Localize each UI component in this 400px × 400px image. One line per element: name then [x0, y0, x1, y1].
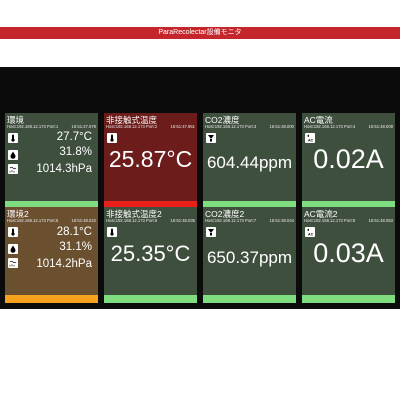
panel-timestamp: 16:51:48.022 — [71, 218, 96, 223]
pressure-value: 1014.2hPa — [36, 258, 92, 270]
panel-co2-1[interactable]: CO2濃度 Host:192.168.12.173 Port:3 16:51:4… — [203, 113, 296, 209]
panel-host: Host:192.168.12.173 Port:2 — [106, 124, 158, 129]
ac-icon: AC — [305, 227, 315, 237]
co2-icon — [206, 133, 216, 143]
svg-text:hPa: hPa — [10, 264, 16, 268]
panel-ac-current-1[interactable]: AC電流 Host:192.168.12.173 Port:4 16:51:48… — [302, 113, 395, 209]
svg-text:AC: AC — [308, 233, 314, 237]
thermometer-icon — [8, 133, 18, 143]
pressure-icon: hPa — [8, 258, 18, 268]
panel-ac-current-2[interactable]: AC電流2 Host:192.168.12.173 Port:8 16:51:4… — [302, 207, 395, 303]
thermometer-icon — [107, 227, 117, 237]
current-value: 0.03A — [313, 238, 384, 268]
thermometer-icon — [107, 133, 117, 143]
panel-timestamp: 16:51:47.979 — [71, 124, 96, 129]
panel-environment-2[interactable]: 環境2 Host:192.168.12.173 Port:5 16:51:48.… — [5, 207, 98, 303]
temperature-value: 25.87°C — [108, 146, 193, 172]
status-bar — [104, 295, 197, 303]
svg-text:hPa: hPa — [10, 170, 16, 174]
status-bar — [5, 295, 98, 303]
svg-text:AC: AC — [308, 139, 314, 143]
temperature-value: 28.1°C — [56, 226, 92, 238]
panel-timestamp: 16:51:48.000 — [269, 124, 294, 129]
current-value: 0.02A — [313, 144, 384, 174]
humidity-drop-icon — [8, 150, 18, 160]
panel-noncontact-temp-2[interactable]: 非接触式温度2 Host:192.168.12.173 Port:6 16:51… — [104, 207, 197, 303]
panel-timestamp: 16:51:48.035 — [170, 218, 195, 223]
status-bar — [203, 295, 296, 303]
panel-noncontact-temp-1[interactable]: 非接触式温度 Host:192.168.12.173 Port:2 16:51:… — [104, 113, 197, 209]
panel-host: Host:192.168.12.173 Port:3 — [205, 124, 257, 129]
ac-icon: AC — [305, 133, 315, 143]
panel-environment-1[interactable]: 環境 Host:192.168.12.173 Port:1 16:51:47.9… — [5, 113, 98, 209]
panel-host: Host:192.168.12.173 Port:5 — [7, 218, 59, 223]
pressure-icon: hPa — [8, 164, 18, 174]
panel-timestamp: 16:51:48.053 — [368, 218, 393, 223]
panel-host: Host:192.168.12.173 Port:8 — [304, 218, 356, 223]
panel-timestamp: 16:51:48.044 — [269, 218, 294, 223]
pressure-value: 1014.3hPa — [36, 163, 92, 175]
temperature-value: 25.35°C — [110, 241, 191, 266]
panel-host: Host:192.168.12.173 Port:4 — [304, 124, 356, 129]
co2-icon — [206, 227, 216, 237]
humidity-drop-icon — [8, 244, 18, 254]
panel-timestamp: 16:51:48.009 — [368, 124, 393, 129]
panel-timestamp: 16:51:47.961 — [170, 124, 195, 129]
humidity-value: 31.8% — [59, 146, 92, 158]
humidity-value: 31.1% — [59, 241, 92, 253]
panel-host: Host:192.168.12.173 Port:7 — [205, 218, 257, 223]
co2-value: 650.37ppm — [206, 248, 293, 267]
thermometer-icon — [8, 227, 18, 237]
app-title-bar: ParaRecolectar設備モニタ — [0, 27, 400, 39]
panel-co2-2[interactable]: CO2濃度2 Host:192.168.12.173 Port:7 16:51:… — [203, 207, 296, 303]
panel-host: Host:192.168.12.173 Port:1 — [7, 124, 59, 129]
status-bar — [302, 295, 395, 303]
co2-value: 604.44ppm — [206, 153, 293, 172]
temperature-value: 27.7°C — [56, 131, 92, 143]
panel-host: Host:192.168.12.173 Port:6 — [106, 218, 158, 223]
